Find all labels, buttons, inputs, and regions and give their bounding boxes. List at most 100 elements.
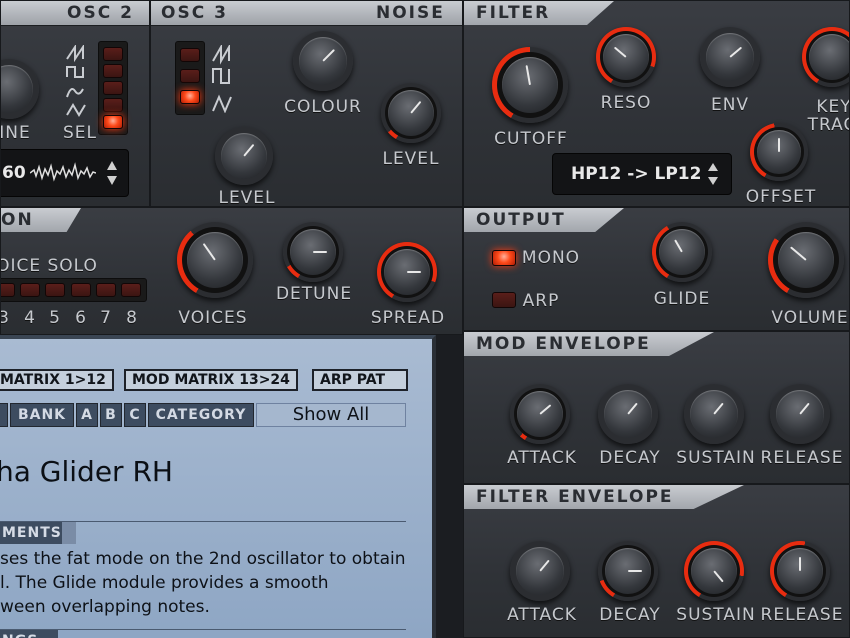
fenv-attack-knob[interactable] <box>510 541 570 601</box>
voice-num-6: 6 <box>75 308 87 328</box>
fenv-release-label: RELEASE <box>760 605 844 625</box>
osc2-wave-display[interactable]: 60 <box>1 149 129 197</box>
tab-mod-matrix-1-12[interactable]: MATRIX 1>12 <box>0 369 114 391</box>
glide-knob[interactable] <box>652 222 712 282</box>
fenv-release-knob[interactable] <box>770 541 830 601</box>
output-mono-label: MONO <box>521 248 581 268</box>
filter-keytrack-knob[interactable] <box>802 27 849 87</box>
noise-level-knob[interactable] <box>381 83 441 143</box>
filter-mode-stepper-icon[interactable] <box>707 161 719 187</box>
mod-attack-knob[interactable] <box>510 384 570 444</box>
osc2-wave-stepper-icon[interactable] <box>106 159 118 187</box>
mod-release-knob[interactable] <box>770 384 830 444</box>
preset-name: ha Glider RH <box>0 455 173 488</box>
osc2-selector[interactable] <box>98 41 128 135</box>
voice-solo-led-5[interactable] <box>45 283 65 297</box>
osc3-panel: OSC 3 NOISE COLOUR LEVEL LEVEL <box>150 0 463 207</box>
filter-track-label: TRAC <box>807 115 849 135</box>
osc3-led-3[interactable] <box>180 90 200 104</box>
voice-num-3: 3 <box>1 308 10 328</box>
voice-num-4: 4 <box>24 308 36 328</box>
output-mono-led[interactable] <box>492 250 516 266</box>
mod-sustain-knob[interactable] <box>684 384 744 444</box>
osc2-led-3[interactable] <box>103 81 123 95</box>
osc2-fine-knob[interactable] <box>1 59 39 119</box>
filter-envelope-panel: FILTER ENVELOPE ATTACK DECAY SUSTAIN REL… <box>463 484 850 638</box>
settings-header: NGS <box>0 630 58 638</box>
comments-header: MENTS <box>0 522 62 544</box>
volume-knob[interactable] <box>768 222 844 298</box>
osc3-colour-knob[interactable] <box>293 31 353 91</box>
voice-solo-led-6[interactable] <box>71 283 91 297</box>
prev-arrow-button[interactable] <box>0 403 8 427</box>
bank-a-button[interactable]: A <box>76 403 98 427</box>
osc2-led-1[interactable] <box>103 47 123 61</box>
patch-browser: MATRIX 1>12 MOD MATRIX 13>24 ARP PAT BAN… <box>0 335 436 638</box>
fenv-sustain-label: SUSTAIN <box>676 605 756 625</box>
mod-decay-knob[interactable] <box>598 384 658 444</box>
filter-mode-value: HP12 -> LP12 <box>571 164 702 184</box>
settings-divider <box>0 629 406 630</box>
output-arp-label: ARP <box>522 291 560 311</box>
mod-release-label: RELEASE <box>760 448 844 468</box>
osc3-title: OSC 3 <box>161 3 228 23</box>
mod-decay-label: DECAY <box>599 448 661 468</box>
spread-label: SPREAD <box>370 308 446 328</box>
osc2-title: OSC 2 <box>67 3 134 23</box>
osc3-level-knob[interactable] <box>215 127 273 185</box>
comment-line-1: ses the fat mode on the 2nd oscillator t… <box>0 549 406 569</box>
filter-offset-knob[interactable] <box>750 123 808 181</box>
filter-envelope-title: FILTER ENVELOPE <box>476 487 674 507</box>
osc2-fine-label: INE <box>0 123 31 143</box>
osc2-led-5[interactable] <box>103 115 123 129</box>
filter-cutoff-knob[interactable] <box>492 47 568 123</box>
filter-env-label: ENV <box>710 95 750 115</box>
osc2-panel: OSC 2 INE SEL 60 <box>0 0 150 207</box>
glide-label: GLIDE <box>653 289 711 309</box>
voice-solo-led-4[interactable] <box>20 283 40 297</box>
osc3-selector[interactable] <box>175 41 205 115</box>
filter-panel: FILTER CUTOFF RESO ENV KEY TRAC HP12 -> … <box>463 0 850 207</box>
filter-reso-label: RESO <box>600 93 652 113</box>
mod-envelope-panel: MOD ENVELOPE ATTACK DECAY SUSTAIN RELEAS… <box>463 331 850 484</box>
output-arp-led[interactable] <box>492 292 516 308</box>
osc3-header: OSC 3 NOISE <box>151 1 462 26</box>
volume-label: VOLUME <box>771 308 849 328</box>
osc3-led-2[interactable] <box>180 69 200 83</box>
bank-b-button[interactable]: B <box>100 403 122 427</box>
output-title: OUTPUT <box>476 210 566 230</box>
filter-env-knob[interactable] <box>700 27 760 87</box>
category-select[interactable]: Show All <box>256 403 406 427</box>
voice-title: ON <box>1 210 34 230</box>
noise-title: NOISE <box>376 3 445 23</box>
bank-c-button[interactable]: C <box>124 403 146 427</box>
comment-line-2: l. The Glide module provides a smooth <box>0 573 329 593</box>
osc3-led-1[interactable] <box>180 48 200 62</box>
voice-solo-led-3[interactable] <box>1 283 15 297</box>
filter-reso-knob[interactable] <box>596 27 656 87</box>
waveform-display-icon <box>30 162 96 182</box>
detune-knob[interactable] <box>283 222 343 282</box>
osc3-colour-label: COLOUR <box>284 97 362 117</box>
osc2-led-4[interactable] <box>103 98 123 112</box>
voice-num-8: 8 <box>126 308 138 328</box>
fenv-decay-label: DECAY <box>599 605 661 625</box>
voices-label: VOICES <box>178 308 248 328</box>
filter-mode-selector[interactable]: HP12 -> LP12 <box>552 153 732 195</box>
tab-mod-matrix-13-24[interactable]: MOD MATRIX 13>24 <box>124 369 298 391</box>
mod-attack-label: ATTACK <box>507 448 577 468</box>
voice-num-5: 5 <box>49 308 61 328</box>
voice-solo-led-8[interactable] <box>121 283 141 297</box>
fenv-decay-knob[interactable] <box>598 541 658 601</box>
spread-knob[interactable] <box>377 242 437 302</box>
voice-panel: ON OICE SOLO 3 4 5 6 7 8 VOICES DETUNE S… <box>0 207 463 335</box>
bank-label: BANK <box>10 403 74 427</box>
fenv-sustain-knob[interactable] <box>684 541 744 601</box>
comment-line-3: ween overlapping notes. <box>0 597 210 617</box>
fenv-attack-label: ATTACK <box>507 605 577 625</box>
filter-key-label: KEY <box>816 97 850 117</box>
osc2-led-2[interactable] <box>103 64 123 78</box>
tab-arp-pattern[interactable]: ARP PAT <box>312 369 408 391</box>
voice-solo-led-7[interactable] <box>96 283 116 297</box>
voices-knob[interactable] <box>177 222 253 298</box>
